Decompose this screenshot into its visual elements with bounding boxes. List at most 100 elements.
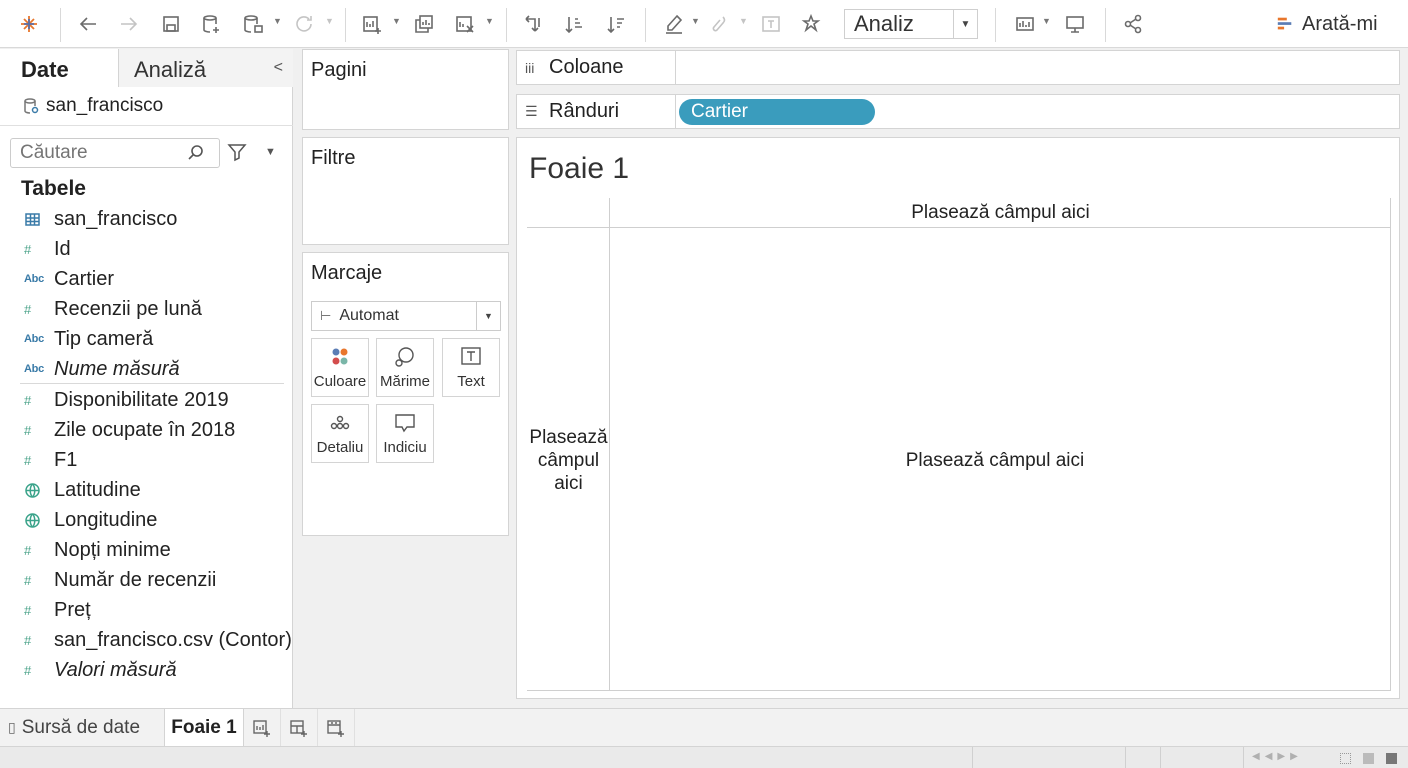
tables-header: Tabele — [21, 177, 86, 200]
clear-dropdown-icon[interactable]: ▼ — [485, 16, 494, 26]
presentation-icon[interactable] — [1060, 8, 1090, 40]
field-item[interactable]: # Zile ocupate în 2018 — [0, 415, 293, 445]
fit-select[interactable]: Analiz ▼ — [844, 9, 978, 39]
new-story-tab-icon[interactable] — [318, 709, 355, 746]
field-item[interactable]: Latitudine — [0, 475, 293, 505]
field-item[interactable]: Abc Nume măsură — [0, 354, 293, 384]
fix-axes-icon[interactable] — [796, 8, 826, 40]
field-item[interactable]: # F1 — [0, 445, 293, 475]
tab-sheet-1[interactable]: Foaie 1 — [165, 709, 244, 746]
show-sheet-sorter-icon[interactable] — [1363, 753, 1374, 764]
new-worksheet-dropdown-icon[interactable]: ▼ — [392, 16, 401, 26]
filter-icon[interactable] — [227, 142, 247, 167]
tab-analytics[interactable]: Analiză — [118, 49, 293, 87]
search-input[interactable] — [11, 142, 187, 164]
detail-icon — [328, 412, 352, 438]
chevron-down-icon: ▼ — [953, 10, 977, 38]
tableau-logo-icon[interactable] — [14, 8, 44, 40]
show-me-button[interactable]: Arată-mi — [1276, 10, 1378, 38]
detail-button[interactable]: Detaliu — [311, 404, 369, 463]
text-label: Text — [457, 373, 485, 390]
field-item[interactable]: # Preț — [0, 595, 293, 625]
new-worksheet-tab-icon[interactable] — [244, 709, 281, 746]
data-panel: Date Analiză < san_francisco ▼ Tabele sa… — [0, 49, 293, 708]
field-item[interactable]: Abc Tip cameră — [0, 324, 293, 354]
field-item[interactable]: # Valori măsură — [0, 655, 293, 685]
fit-select-value: Analiz — [854, 11, 914, 36]
share-icon[interactable] — [1118, 8, 1148, 40]
field-item[interactable]: # san_francisco.csv (Contor) — [0, 625, 293, 655]
swap-icon[interactable] — [518, 8, 548, 40]
color-button[interactable]: Culoare — [311, 338, 369, 397]
field-label: Valori măsură — [54, 658, 177, 681]
undo-icon[interactable] — [73, 8, 103, 40]
number-type-icon: # — [24, 422, 32, 438]
columns-drop-zone[interactable]: Plasează câmpul aici — [610, 202, 1391, 224]
tooltip-button[interactable]: Indiciu — [376, 404, 434, 463]
number-type-icon: # — [24, 632, 32, 648]
panel-menu-icon[interactable]: ▼ — [265, 146, 276, 158]
redo-icon[interactable] — [114, 8, 144, 40]
tab-data[interactable]: Date — [0, 49, 118, 87]
color-icon — [328, 346, 352, 372]
sort-descending-icon[interactable] — [601, 8, 631, 40]
field-item[interactable]: # Id — [0, 234, 293, 264]
save-icon[interactable] — [156, 8, 186, 40]
text-icon — [459, 346, 483, 372]
group-dropdown-icon[interactable]: ▼ — [739, 16, 748, 26]
field-item[interactable]: # Număr de recenzii — [0, 565, 293, 595]
datasource-item[interactable]: san_francisco — [22, 95, 163, 117]
sheet-title[interactable]: Foaie 1 — [529, 152, 629, 186]
sort-ascending-icon[interactable] — [559, 8, 589, 40]
number-type-icon: # — [24, 301, 32, 317]
field-item[interactable]: Abc Cartier — [0, 264, 293, 294]
duplicate-icon[interactable] — [409, 8, 439, 40]
columns-icon: iii — [525, 59, 535, 76]
collapse-panel-icon[interactable]: < — [274, 59, 283, 77]
field-item[interactable]: # Nopți minime — [0, 535, 293, 565]
field-label: Id — [54, 237, 71, 260]
number-type-icon: # — [24, 662, 32, 678]
status-bar: ◀◀▶▶ — [0, 746, 1408, 768]
new-datasource-icon[interactable] — [197, 8, 227, 40]
text-button[interactable]: Text — [442, 338, 500, 397]
view-drop-zone[interactable]: Plasează câmpul aici — [610, 450, 1380, 472]
field-item[interactable]: # Recenzii pe lună — [0, 294, 293, 324]
pages-title: Pagini — [311, 59, 367, 81]
show-tabs-icon[interactable] — [1386, 753, 1397, 764]
new-worksheet-icon[interactable] — [357, 8, 387, 40]
clear-icon[interactable] — [450, 8, 480, 40]
refresh-dropdown-icon[interactable]: ▼ — [325, 16, 334, 26]
search-box[interactable] — [10, 138, 220, 168]
fit-icon[interactable] — [1010, 8, 1040, 40]
rows-icon: ☰ — [525, 103, 538, 119]
highlight-dropdown-icon[interactable]: ▼ — [691, 16, 700, 26]
fit-dropdown-icon[interactable]: ▼ — [1042, 16, 1051, 26]
refresh-icon[interactable] — [289, 8, 319, 40]
new-dashboard-tab-icon[interactable] — [281, 709, 318, 746]
field-item[interactable]: san_francisco — [0, 204, 293, 234]
label-icon[interactable] — [756, 8, 786, 40]
rows-drop-zone[interactable]: Plasează câmpul aici — [527, 426, 610, 495]
field-item[interactable]: Longitudine — [0, 505, 293, 535]
field-item[interactable]: # Disponibilitate 2019 — [0, 385, 293, 415]
search-icon[interactable] — [187, 144, 205, 162]
field-label: san_francisco.csv (Contor) — [54, 628, 292, 651]
field-label: Tip cameră — [54, 327, 154, 350]
pages-card[interactable]: Pagini — [302, 49, 509, 130]
size-button[interactable]: Mărime — [376, 338, 434, 397]
rows-shelf[interactable]: ☰ Rânduri Cartier — [516, 94, 1400, 129]
tab-data-source[interactable]: ▯ Sursă de date — [0, 709, 165, 746]
pause-updates-dropdown-icon[interactable]: ▼ — [273, 16, 282, 26]
columns-label: Coloane — [549, 56, 624, 78]
show-filmstrip-icon[interactable] — [1340, 753, 1351, 764]
highlight-icon[interactable] — [659, 8, 689, 40]
mark-type-select[interactable]: ⊢ Automat ▼ — [311, 301, 501, 331]
filters-card[interactable]: Filtre — [302, 137, 509, 245]
number-type-icon: # — [24, 392, 32, 408]
rows-pill-neighbourhood[interactable]: Cartier — [679, 99, 875, 125]
sheet-navigation-icon[interactable]: ◀◀▶▶ — [1252, 751, 1303, 762]
pause-updates-icon[interactable] — [238, 8, 268, 40]
group-icon[interactable] — [704, 8, 734, 40]
columns-shelf[interactable]: iii Coloane — [516, 50, 1400, 85]
